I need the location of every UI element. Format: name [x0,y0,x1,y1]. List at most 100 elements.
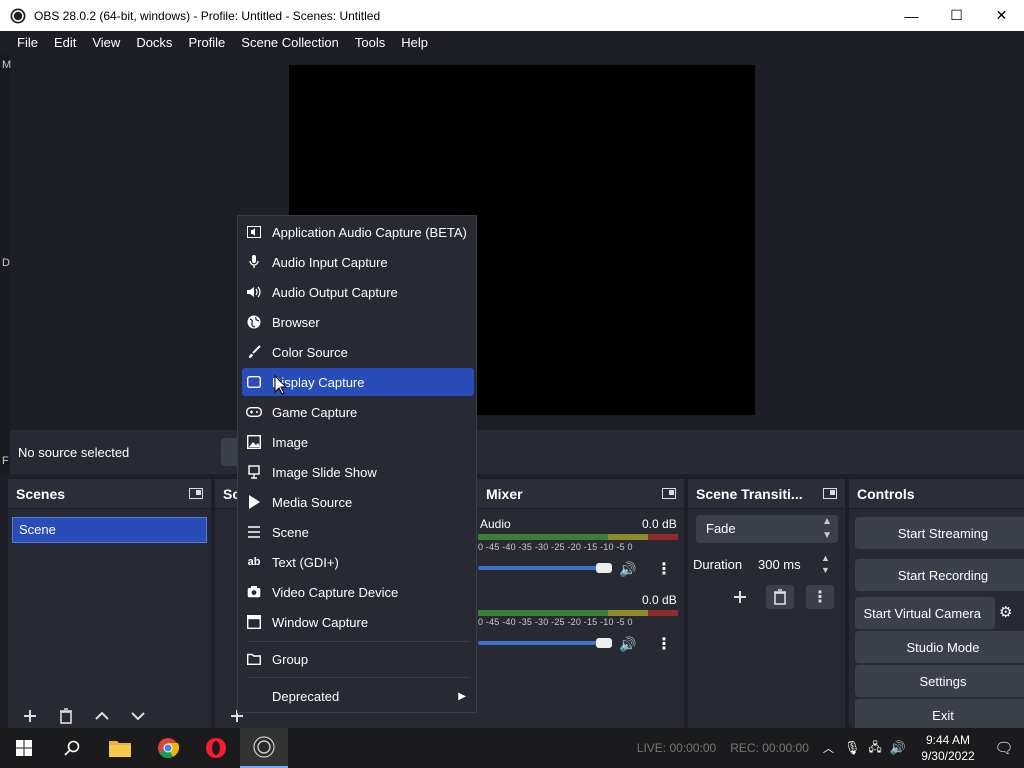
duration-spinner-icon[interactable]: ▲ ▼ [821,552,830,576]
undock-icon[interactable] [662,488,676,499]
ctx-item-image[interactable]: Image [242,428,474,456]
ctx-item-audio-output-capture[interactable]: Audio Output Capture [242,278,474,306]
ctx-item-deprecated[interactable]: Deprecated ▶ [242,682,474,710]
ctx-item-video-capture-device[interactable]: Video Capture Device [242,578,474,606]
ctx-item-label: Color Source [272,344,348,360]
ctx-item-image-slide-show[interactable]: Image Slide Show [242,458,474,486]
ctx-item-group[interactable]: Group [242,645,474,673]
clock[interactable]: 9:44 AM 9/30/2022 [912,732,984,764]
volume-slider[interactable] [478,566,598,570]
network-icon[interactable]: 🖧 [868,738,881,759]
source-toolbar: No source selected [10,430,1024,474]
chrome-app[interactable] [144,728,192,768]
mixer-title: Mixer [486,485,523,502]
ctx-item-browser[interactable]: Browser [242,308,474,336]
undock-icon[interactable] [189,488,203,499]
clock-date: 9/30/2022 [921,749,975,763]
trash-icon [774,589,786,605]
speaker-icon [246,284,262,300]
transition-properties-icon[interactable]: ⋮ [806,585,834,609]
ctx-item-label: Browser [272,314,320,330]
speaker-icon[interactable]: 🔊 [619,561,636,578]
ctx-item-audio-input-capture[interactable]: Audio Input Capture [242,248,474,276]
file-explorer-app[interactable] [96,728,144,768]
settings-button[interactable]: Settings [855,665,1024,697]
folder-icon [246,651,262,667]
search-icon [64,740,80,756]
studio-mode-button[interactable]: Studio Mode [855,631,1024,663]
plus-icon [24,710,36,722]
ctx-item-scene[interactable]: Scene [242,518,474,546]
menu-help[interactable]: Help [393,31,436,55]
list-icon [246,524,262,540]
meter-scale: 0 -45 -40 -35 -30 -25 -20 -15 -10 -5 0 [478,617,633,627]
chevron-up-icon[interactable]: ︿ [823,740,834,756]
ctx-item-text-gdi[interactable]: ab Text (GDI+) [242,548,474,576]
ctx-item-label: Media Source [272,494,353,510]
ctx-item-application-audio-capture[interactable]: Application Audio Capture (BETA) [242,218,474,246]
more-options-icon[interactable]: ⋮ [656,634,672,654]
brush-icon [246,344,262,360]
volume-slider[interactable] [478,641,598,645]
windows-start-button[interactable] [0,728,48,768]
chrome-icon [158,738,179,759]
notifications-icon[interactable]: 🗨 [984,739,1024,757]
ctx-item-window-capture[interactable]: Window Capture [242,608,474,636]
volume-icon[interactable]: 🔊 [890,740,906,756]
ctx-item-label: Deprecated [272,688,340,704]
opera-app[interactable] [192,728,240,768]
windows-logo-icon [16,740,32,756]
mixer-track-db: 0.0 dB [642,593,677,607]
start-recording-button[interactable]: Start Recording [855,559,1024,591]
exit-button[interactable]: Exit [855,699,1024,731]
ctx-item-label: Scene [272,524,309,540]
minimize-button[interactable]: — [889,0,934,31]
gamepad-icon [246,404,262,420]
scene-list-item[interactable]: Scene [12,517,207,543]
undock-icon[interactable] [823,488,837,499]
ctx-item-label: Text (GDI+) [272,554,339,570]
start-streaming-button[interactable]: Start Streaming [855,517,1024,549]
duration-value[interactable]: 300 ms [758,557,801,572]
search-button[interactable] [48,728,96,768]
ctx-item-game-capture[interactable]: Game Capture [242,398,474,426]
remove-transition-button[interactable] [766,585,794,609]
submenu-arrow-icon: ▶ [458,690,466,702]
menu-bar: File Edit View Docks Profile Scene Colle… [0,31,1024,55]
maximize-button[interactable]: ☐ [934,0,979,31]
trash-icon [60,708,72,724]
start-virtual-camera-button[interactable]: Start Virtual Camera [855,597,995,629]
menu-profile[interactable]: Profile [180,31,233,55]
ctx-item-media-source[interactable]: Media Source [242,488,474,516]
gear-icon[interactable]: ⚙ [999,603,1012,621]
spinner-arrows-icon: ▲ ▼ [822,516,832,541]
ctx-item-color-source[interactable]: Color Source [242,338,474,366]
menu-tools[interactable]: Tools [347,31,393,55]
window-icon [246,614,262,630]
menu-scene-collection[interactable]: Scene Collection [233,31,347,55]
remove-scene-button[interactable] [52,704,80,728]
slideshow-icon [246,464,262,480]
move-scene-down-button[interactable] [124,704,152,728]
volume-slider-handle[interactable] [596,563,612,573]
more-options-icon[interactable]: ⋮ [656,559,672,579]
add-transition-button[interactable] [726,585,754,609]
transition-select[interactable]: Fade ▲ ▼ [696,515,838,543]
windows-taskbar: LIVE: 00:00:00 REC: 00:00:00 ︿ 🎙 🖧 🔊 9:4… [0,728,1024,768]
audio-meter [478,534,678,540]
move-scene-up-button[interactable] [88,704,116,728]
speaker-icon[interactable]: 🔊 [619,636,636,653]
add-scene-button[interactable] [16,704,44,728]
obs-app[interactable] [240,728,288,768]
menu-docks[interactable]: Docks [128,31,180,55]
ctx-item-label: Image [272,434,309,450]
rec-status: REC: 00:00:00 [730,741,809,755]
close-button[interactable]: ✕ [979,0,1024,31]
ctx-item-label: Audio Output Capture [272,284,398,300]
volume-slider-handle[interactable] [596,638,612,648]
menu-view[interactable]: View [84,31,128,55]
microphone-icon[interactable]: 🎙 [844,740,861,756]
menu-edit[interactable]: Edit [46,31,84,55]
menu-file[interactable]: File [9,31,46,55]
clock-time: 9:44 AM [925,733,971,747]
